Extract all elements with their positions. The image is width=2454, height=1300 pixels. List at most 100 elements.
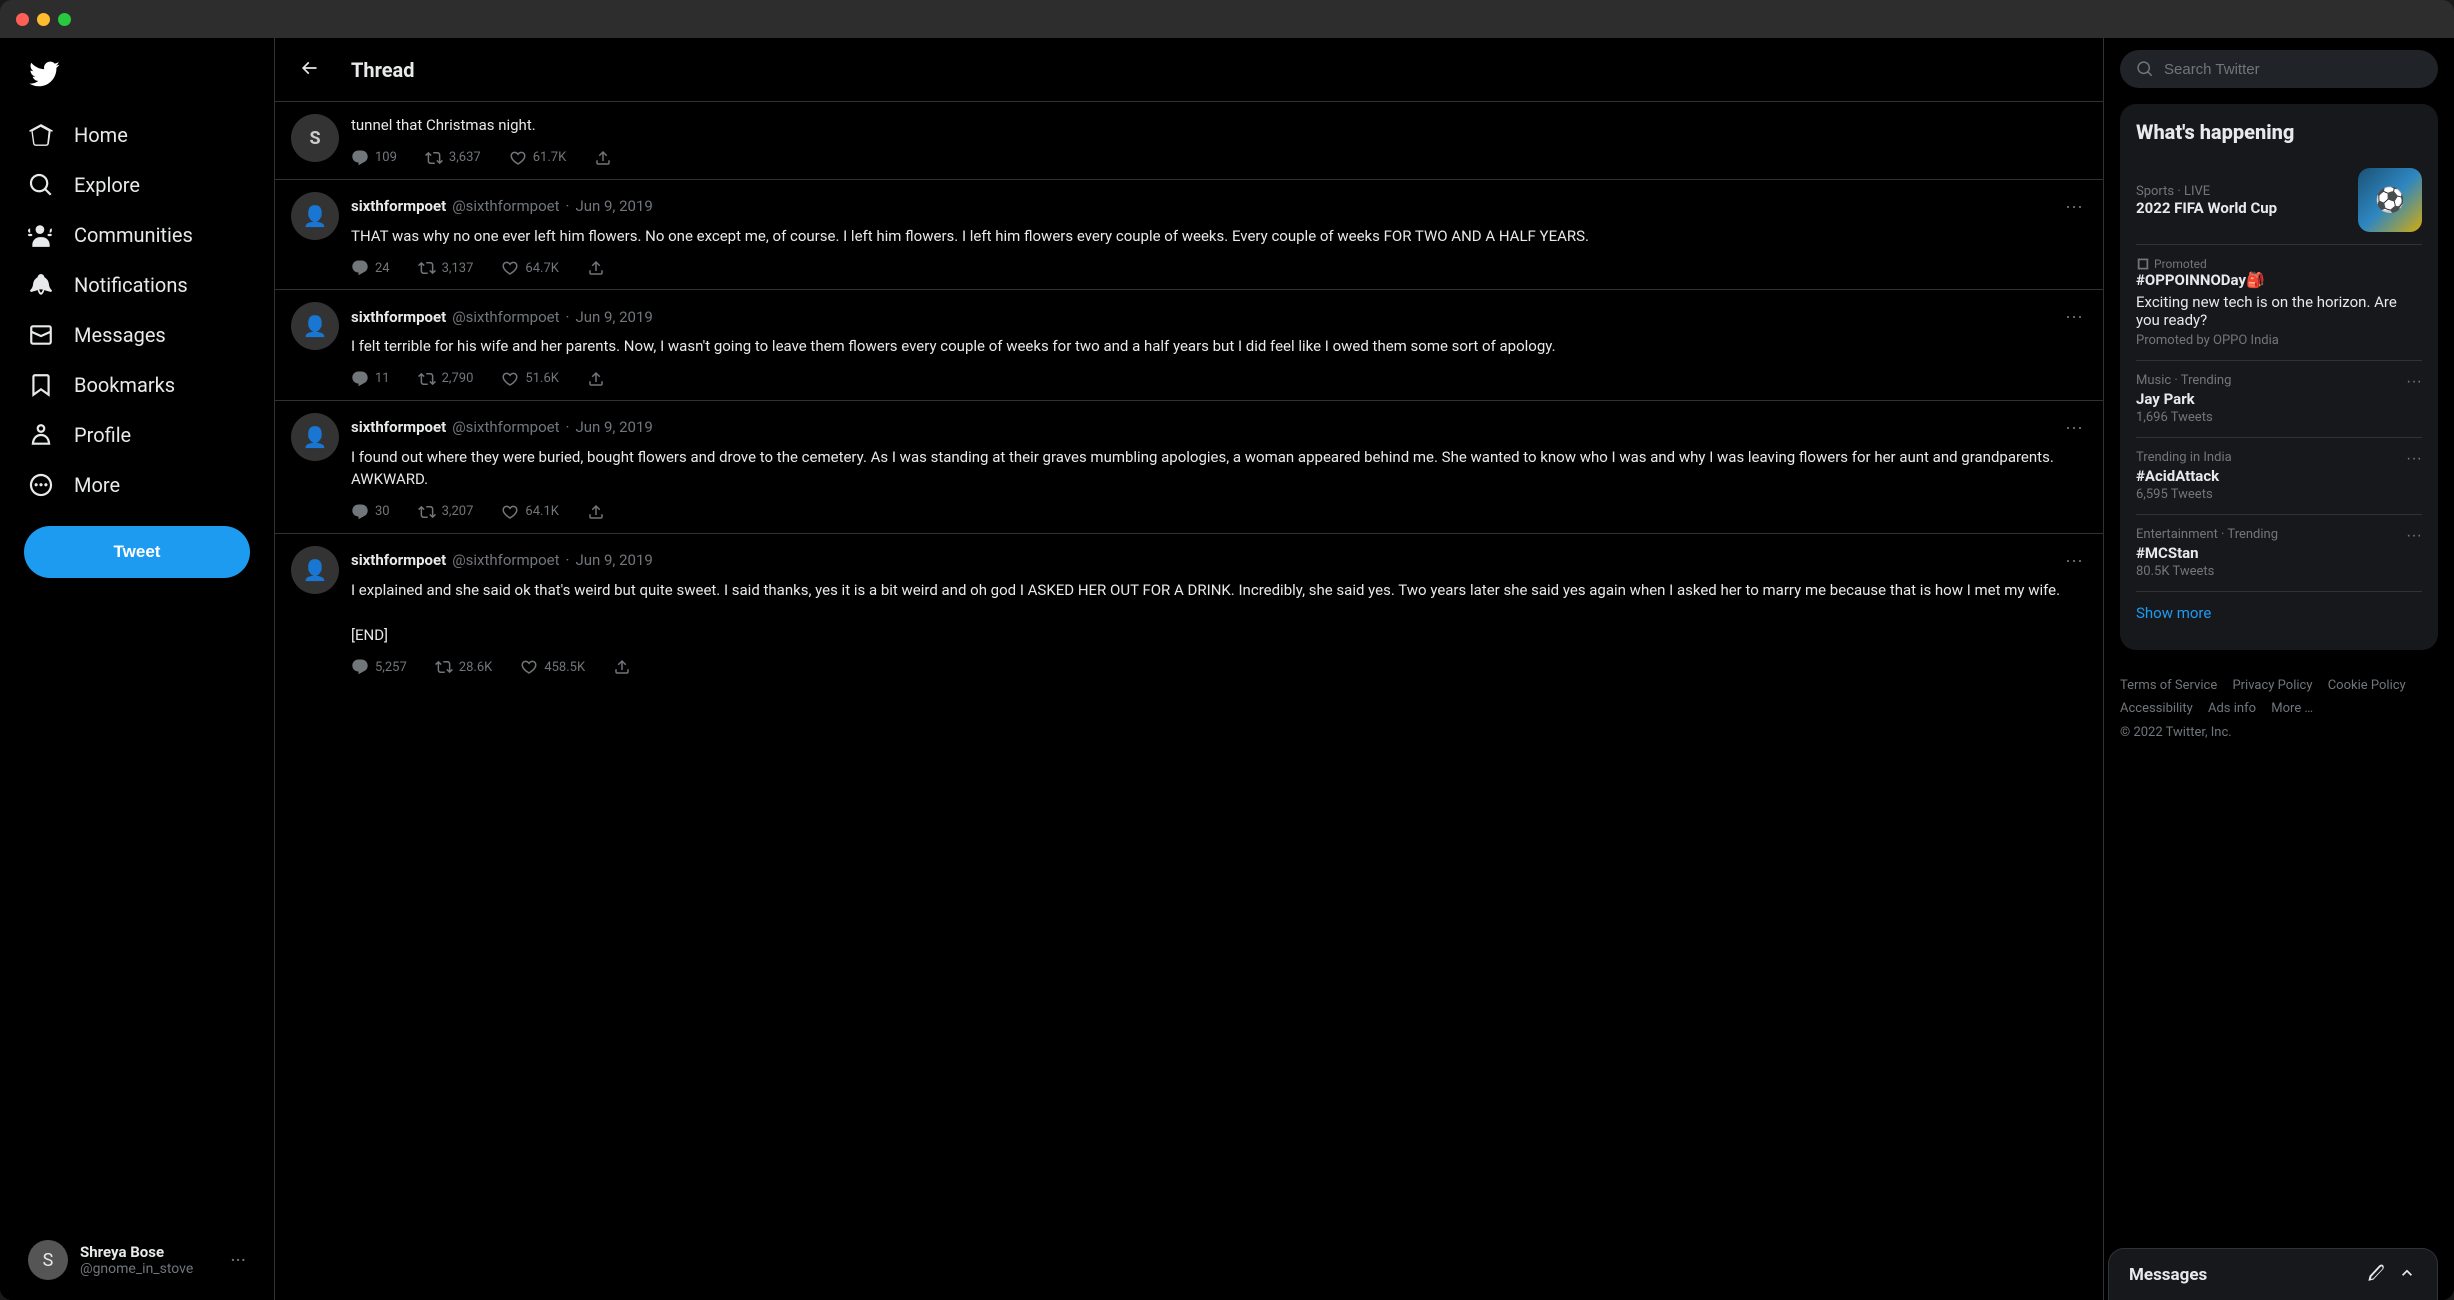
like-action[interactable]: 64.7K	[501, 259, 559, 277]
retweet-action[interactable]: 3,137	[418, 259, 474, 277]
sidebar-item-messages-label: Messages	[74, 323, 166, 347]
back-button[interactable]	[295, 54, 323, 85]
heart-icon	[501, 370, 519, 388]
like-action[interactable]: 458.5K	[520, 658, 585, 676]
tweet-meta: sixthformpoet @sixthformpoet · Jun 9, 20…	[351, 192, 2087, 221]
trend-item-fifa[interactable]: Sports · LIVE 2022 FIFA World Cup ⚽	[2136, 156, 2422, 245]
whats-happening-section: What's happening Sports · LIVE 2022 FIFA…	[2120, 104, 2438, 650]
retweet-action[interactable]: 2,790	[418, 370, 474, 388]
reply-action[interactable]: 30	[351, 503, 390, 521]
promo-item-oppo[interactable]: Promoted #OPPOINNODay🎒 Exciting new tech…	[2136, 245, 2422, 361]
reply-action[interactable]: 11	[351, 370, 390, 388]
collapse-messages-button[interactable]	[2397, 1263, 2417, 1286]
sidebar-item-profile[interactable]: Profile	[12, 410, 262, 460]
maximize-button[interactable]	[58, 13, 71, 26]
trend-item-mcstan[interactable]: Entertainment · Trending #MCStan 80.5K T…	[2136, 515, 2422, 592]
reply-action[interactable]: 109	[351, 149, 397, 167]
sidebar-item-messages[interactable]: Messages	[12, 310, 262, 360]
trend-item-acid-attack[interactable]: Trending in India #AcidAttack 6,595 Twee…	[2136, 438, 2422, 515]
retweet-action[interactable]: 28.6K	[435, 658, 493, 676]
show-more-link[interactable]: Show more	[2136, 592, 2422, 634]
sidebar-item-communities[interactable]: Communities	[12, 210, 262, 260]
sidebar-item-notifications[interactable]: Notifications	[12, 260, 262, 310]
messages-bar[interactable]: Messages	[2108, 1248, 2438, 1300]
ads-info-link[interactable]: Ads info	[2208, 701, 2256, 716]
tweet-more-button[interactable]: ···	[2061, 413, 2087, 442]
mail-icon	[28, 322, 54, 348]
sidebar-item-bookmarks[interactable]: Bookmarks	[12, 360, 262, 410]
like-count: 64.1K	[525, 504, 559, 519]
sidebar-item-home[interactable]: Home	[12, 110, 262, 160]
trend-more-button[interactable]: ···	[2406, 450, 2422, 468]
terms-link[interactable]: Terms of Service	[2120, 678, 2217, 693]
search-bar[interactable]	[2120, 50, 2438, 88]
twitter-logo[interactable]	[12, 46, 262, 106]
privacy-link[interactable]: Privacy Policy	[2232, 678, 2312, 693]
retweet-icon	[418, 370, 436, 388]
sidebar-item-explore[interactable]: Explore	[12, 160, 262, 210]
tweet-meta: sixthformpoet @sixthformpoet · Jun 9, 20…	[351, 546, 2087, 575]
table-row: 👤 sixthformpoet @sixthformpoet · Jun 9, …	[275, 290, 2103, 401]
search-input[interactable]	[2164, 61, 2422, 78]
trend-category: Trending in India	[2136, 450, 2232, 465]
copyright-text: © 2022 Twitter, Inc.	[2120, 721, 2438, 744]
trend-category: Music · Trending	[2136, 373, 2231, 388]
share-icon	[594, 149, 612, 167]
retweet-count: 28.6K	[459, 660, 493, 675]
like-action[interactable]: 64.1K	[501, 503, 559, 521]
heart-icon	[520, 658, 538, 676]
messages-bar-title: Messages	[2129, 1265, 2207, 1285]
like-action[interactable]: 61.7K	[509, 149, 567, 167]
like-count: 61.7K	[533, 150, 567, 165]
share-action[interactable]	[587, 370, 605, 388]
tweet-more-button[interactable]: ···	[2061, 302, 2087, 331]
like-count: 64.7K	[525, 261, 559, 276]
thread-panel: Thread S tunnel that Christmas night. 10…	[275, 38, 2104, 1300]
share-action[interactable]	[587, 259, 605, 277]
tweet-button[interactable]: Tweet	[24, 526, 250, 578]
home-icon	[28, 122, 54, 148]
avatar[interactable]: 👤	[291, 546, 339, 594]
tweet-more-button[interactable]: ···	[2061, 546, 2087, 575]
share-action[interactable]	[587, 503, 605, 521]
compose-icon	[2365, 1263, 2385, 1283]
share-action[interactable]	[613, 658, 631, 676]
tweet-more-button[interactable]: ···	[2061, 192, 2087, 221]
cookie-link[interactable]: Cookie Policy	[2328, 678, 2406, 693]
tweet-text: tunnel that Christmas night.	[351, 114, 2087, 137]
tweet-actions: 30 3,207 64.1K	[351, 503, 2087, 521]
reply-action[interactable]: 5,257	[351, 658, 407, 676]
sidebar-item-communities-label: Communities	[74, 223, 193, 247]
author-handle: @sixthformpoet	[452, 418, 559, 436]
avatar: S	[28, 1240, 68, 1280]
reply-action[interactable]: 24	[351, 259, 390, 277]
author-name: sixthformpoet	[351, 308, 446, 326]
retweet-action[interactable]: 3,207	[418, 503, 474, 521]
avatar[interactable]: 👤	[291, 302, 339, 350]
tweet-text: I explained and she said ok that's weird…	[351, 579, 2087, 647]
accessibility-link[interactable]: Accessibility	[2120, 701, 2193, 716]
minimize-button[interactable]	[37, 13, 50, 26]
like-action[interactable]: 51.6K	[501, 370, 559, 388]
tweet-text: I felt terrible for his wife and her par…	[351, 335, 2087, 358]
more-link[interactable]: More …	[2271, 701, 2313, 716]
trend-more-button[interactable]: ···	[2406, 373, 2422, 391]
avatar[interactable]: 👤	[291, 413, 339, 461]
tweet-text: THAT was why no one ever left him flower…	[351, 225, 2087, 248]
user-account-button[interactable]: S Shreya Bose @gnome_in_stove ···	[12, 1228, 262, 1292]
share-action[interactable]	[594, 149, 612, 167]
retweet-action[interactable]: 3,637	[425, 149, 481, 167]
new-message-button[interactable]	[2365, 1263, 2385, 1286]
trend-more-button[interactable]: ···	[2406, 527, 2422, 545]
reply-icon	[351, 658, 369, 676]
footer-user-handle: @gnome_in_stove	[80, 1261, 218, 1277]
app-container: Home Explore Communities Notifications M	[0, 38, 2454, 1300]
avatar[interactable]: 👤	[291, 192, 339, 240]
trend-item-jay-park[interactable]: Music · Trending Jay Park 1,696 Tweets ·…	[2136, 361, 2422, 438]
tweet-actions: 109 3,637 61.7K	[351, 149, 2087, 167]
close-button[interactable]	[16, 13, 29, 26]
sidebar-item-more[interactable]: More	[12, 460, 262, 510]
avatar: S	[291, 114, 339, 162]
tweet-body: sixthformpoet @sixthformpoet · Jun 9, 20…	[351, 413, 2087, 521]
fifa-title: 2022 FIFA World Cup	[2136, 199, 2346, 217]
